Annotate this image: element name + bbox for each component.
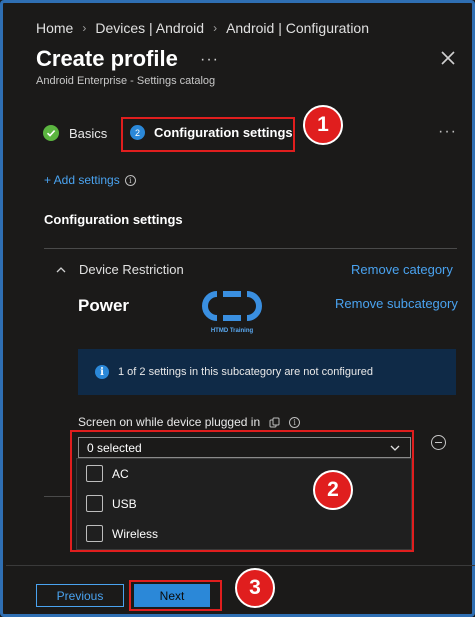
callout-badge-2: 2 — [313, 470, 353, 510]
footer-divider — [6, 565, 475, 566]
callout-badge-3: 3 — [235, 568, 275, 608]
copy-link-icon[interactable] — [269, 417, 280, 428]
step-basics[interactable]: Basics — [43, 125, 107, 141]
section-title: Configuration settings — [44, 212, 183, 227]
highlight-box-step — [121, 117, 295, 152]
previous-button[interactable]: Previous — [36, 584, 124, 607]
breadcrumb-home[interactable]: Home — [36, 20, 73, 36]
remove-subcategory-link[interactable]: Remove subcategory — [335, 296, 458, 311]
remove-category-link[interactable]: Remove category — [351, 262, 453, 277]
logo-text: HTMD Training — [211, 328, 254, 334]
checkmark-icon — [43, 125, 59, 141]
info-icon[interactable]: i — [289, 416, 301, 428]
setting-label: Screen on while device plugged in i — [78, 415, 301, 429]
breadcrumb-android-configuration[interactable]: Android | Configuration — [226, 20, 369, 36]
category-header[interactable]: Device Restriction — [55, 262, 184, 277]
add-settings-link[interactable]: + Add settings i — [44, 173, 136, 187]
add-settings-label: + Add settings — [44, 173, 120, 187]
close-icon[interactable] — [439, 49, 457, 67]
divider — [44, 248, 457, 249]
divider — [44, 496, 72, 497]
steps-more-icon[interactable]: ··· — [438, 123, 457, 141]
breadcrumb-separator-icon: › — [82, 21, 87, 35]
callout-badge-1: 1 — [303, 105, 343, 145]
info-banner: i 1 of 2 settings in this subcategory ar… — [78, 349, 456, 395]
step-basics-label: Basics — [69, 125, 108, 141]
chevron-up-icon[interactable] — [55, 264, 67, 276]
setting-label-text: Screen on while device plugged in — [78, 415, 261, 429]
category-name: Device Restriction — [79, 262, 184, 277]
remove-setting-icon[interactable] — [431, 435, 446, 450]
htmd-logo-watermark: HTMD Training — [202, 291, 262, 334]
page-title: Create profile — [36, 46, 178, 71]
more-options-icon[interactable]: ··· — [200, 51, 219, 69]
highlight-box-next — [129, 580, 222, 611]
subcategory-name: Power — [78, 296, 130, 315]
info-icon: i — [124, 174, 136, 186]
page-subtitle: Android Enterprise - Settings catalog — [36, 75, 216, 87]
highlight-box-dropdown — [70, 430, 414, 552]
breadcrumb-separator-icon: › — [213, 21, 218, 35]
info-filled-icon: i — [95, 365, 109, 379]
app-frame: Home › Devices | Android › Android | Con… — [0, 0, 475, 617]
breadcrumb: Home › Devices | Android › Android | Con… — [36, 20, 369, 36]
info-banner-text: 1 of 2 settings in this subcategory are … — [118, 366, 373, 378]
breadcrumb-devices-android[interactable]: Devices | Android — [95, 20, 204, 36]
